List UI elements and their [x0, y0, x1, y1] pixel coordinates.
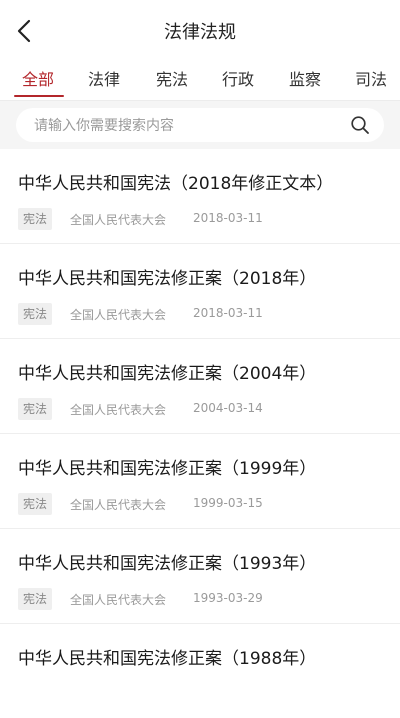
search-box — [16, 108, 384, 144]
item-title: 中华人民共和国宪法修正案（1993年） — [18, 554, 317, 574]
tab-judicial[interactable]: 司法 — [355, 66, 387, 90]
item-date: 2018-03-11 — [193, 306, 263, 320]
list-item[interactable]: 中华人民共和国宪法修正案（1993年） 宪法 全国人民代表大会 1993-03-… — [0, 529, 400, 624]
item-title: 中华人民共和国宪法修正案（1999年） — [18, 459, 317, 479]
item-title: 中华人民共和国宪法（2018年修正文本） — [18, 174, 334, 194]
search-icon[interactable] — [350, 115, 370, 135]
law-list: 中华人民共和国宪法（2018年修正文本） 宪法 全国人民代表大会 2018-03… — [0, 149, 400, 718]
list-item[interactable]: 中华人民共和国宪法修正案（1988年） — [0, 624, 400, 718]
active-tab-indicator — [14, 95, 64, 97]
list-item[interactable]: 中华人民共和国宪法修正案（2018年） 宪法 全国人民代表大会 2018-03-… — [0, 244, 400, 339]
category-badge: 宪法 — [18, 208, 53, 230]
category-badge: 宪法 — [18, 303, 53, 325]
item-source: 全国人民代表大会 — [70, 593, 167, 607]
tab-administrative[interactable]: 行政 — [222, 66, 254, 90]
app-header: 法律法规 — [0, 0, 400, 60]
list-item[interactable]: 中华人民共和国宪法（2018年修正文本） 宪法 全国人民代表大会 2018-03… — [0, 149, 400, 244]
item-source: 全国人民代表大会 — [70, 403, 167, 417]
list-item[interactable]: 中华人民共和国宪法修正案（1999年） 宪法 全国人民代表大会 1999-03-… — [0, 434, 400, 529]
tab-law[interactable]: 法律 — [88, 66, 120, 90]
tab-constitution[interactable]: 宪法 — [156, 66, 188, 90]
search-bar-container — [0, 101, 400, 149]
category-tabs: 全部 法律 宪法 行政 监察 司法 — [0, 62, 400, 100]
item-title: 中华人民共和国宪法修正案（2018年） — [18, 269, 317, 289]
page-title: 法律法规 — [164, 22, 236, 43]
item-date: 1993-03-29 — [193, 591, 263, 605]
tab-supervision[interactable]: 监察 — [289, 66, 321, 90]
item-date: 1999-03-15 — [193, 496, 263, 510]
category-badge: 宪法 — [18, 588, 53, 610]
item-date: 2004-03-14 — [193, 401, 263, 415]
item-source: 全国人民代表大会 — [70, 213, 167, 227]
category-badge: 宪法 — [18, 398, 53, 420]
search-input[interactable] — [32, 108, 336, 144]
item-source: 全国人民代表大会 — [70, 498, 167, 512]
category-badge: 宪法 — [18, 493, 53, 515]
item-title: 中华人民共和国宪法修正案（1988年） — [18, 649, 317, 669]
list-item[interactable]: 中华人民共和国宪法修正案（2004年） 宪法 全国人民代表大会 2004-03-… — [0, 339, 400, 434]
item-title: 中华人民共和国宪法修正案（2004年） — [18, 364, 317, 384]
item-date: 2018-03-11 — [193, 211, 263, 225]
tab-all[interactable]: 全部 — [22, 66, 54, 90]
item-source: 全国人民代表大会 — [70, 308, 167, 322]
